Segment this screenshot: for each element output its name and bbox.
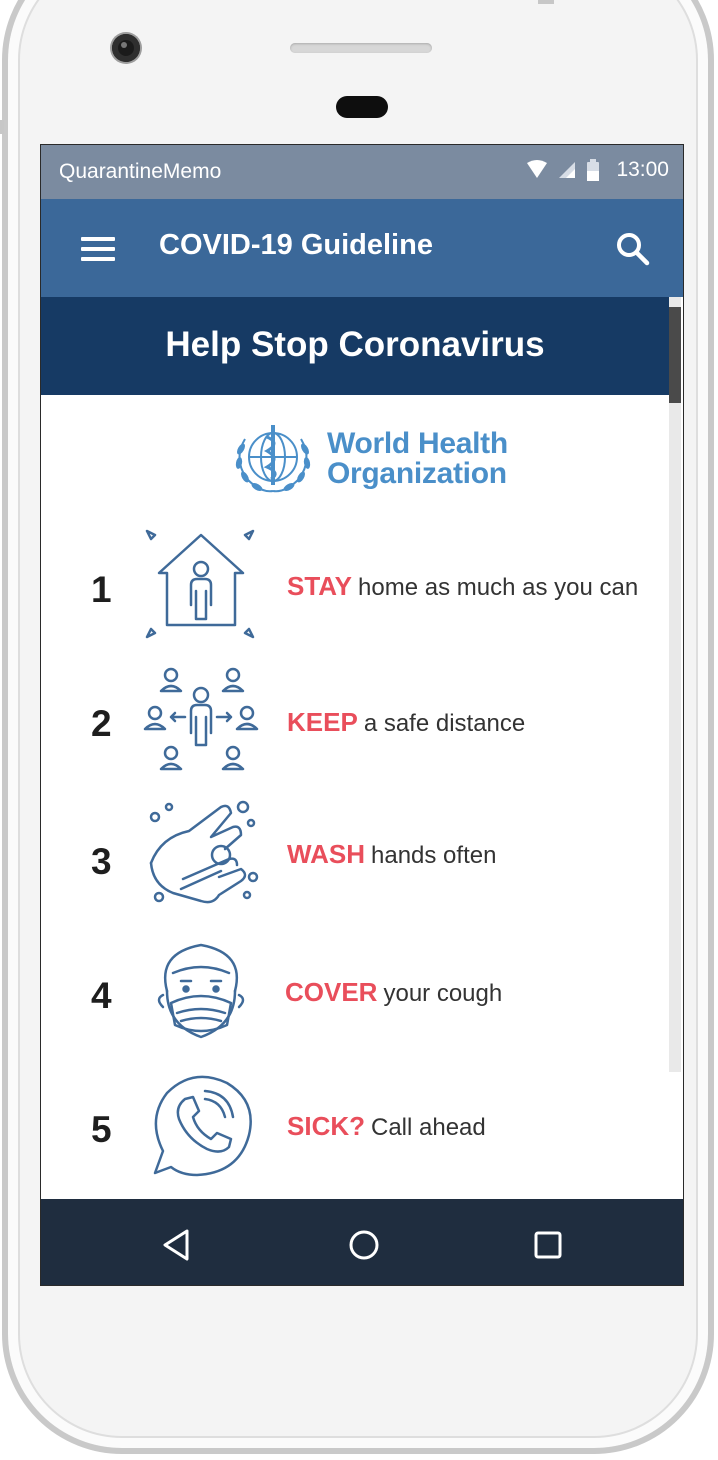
scrollbar-thumb[interactable] xyxy=(669,307,681,403)
guideline-content[interactable]: Help Stop Coronavirus World Health Organ… xyxy=(41,297,683,1199)
phone-call-icon xyxy=(153,1075,252,1177)
status-app-name: QuarantineMemo xyxy=(59,160,222,183)
tip-number: 3 xyxy=(91,841,112,882)
tip-text: STAY home as much as you can xyxy=(287,571,638,602)
tip-row: 5 SICK? Call ahead xyxy=(41,1069,669,1189)
tip-description: your cough xyxy=(383,980,503,1007)
back-icon[interactable] xyxy=(157,1225,197,1265)
tip-row: 4 COVER your cough xyxy=(41,937,669,1057)
front-camera xyxy=(112,34,140,62)
app-bar: COVID-19 Guideline xyxy=(41,199,683,297)
signal-icon xyxy=(559,162,576,178)
tip-number: 5 xyxy=(91,1109,112,1150)
recent-apps-icon[interactable] xyxy=(528,1225,568,1265)
side-button xyxy=(0,120,4,134)
tip-number: 1 xyxy=(91,569,112,610)
top-button xyxy=(538,0,554,4)
house-icon xyxy=(145,529,255,639)
status-time: 13:00 xyxy=(616,158,669,181)
tip-row: 1 STAY home as much as you can xyxy=(41,525,669,645)
who-logo: World Health Organization xyxy=(227,419,508,499)
scrollbar-track[interactable] xyxy=(669,297,681,1072)
tip-keyword: WASH xyxy=(287,839,365,869)
tip-keyword: KEEP xyxy=(287,707,358,737)
search-icon[interactable] xyxy=(613,229,653,269)
hamburger-menu-icon[interactable] xyxy=(81,237,115,261)
home-icon[interactable] xyxy=(344,1225,384,1265)
who-logo-text: World Health Organization xyxy=(327,429,508,489)
tip-text: KEEP a safe distance xyxy=(287,707,525,738)
tip-row: 3 WASH hands often xyxy=(41,797,669,917)
navigation-bar xyxy=(41,1199,683,1285)
tip-text: COVER your cough xyxy=(285,977,502,1008)
tip-keyword: STAY xyxy=(287,571,353,601)
tip-number: 4 xyxy=(91,975,112,1016)
tip-description: a safe distance xyxy=(363,710,526,737)
wifi-icon xyxy=(527,160,548,178)
tip-text: SICK? Call ahead xyxy=(287,1111,486,1142)
tip-keyword: COVER xyxy=(285,977,378,1007)
proximity-sensor xyxy=(336,96,388,118)
banner-title: Help Stop Coronavirus xyxy=(41,297,669,395)
tip-description: Call ahead xyxy=(371,1114,486,1141)
earpiece-speaker xyxy=(290,43,432,53)
who-line1: World Health xyxy=(327,427,508,460)
who-emblem-icon xyxy=(235,425,311,493)
hand-wash-icon xyxy=(149,800,259,904)
tip-description: hands often xyxy=(371,842,497,869)
tip-text: WASH hands often xyxy=(287,839,496,870)
status-bar: QuarantineMemo 13:00 xyxy=(41,145,683,199)
battery-icon xyxy=(587,159,600,181)
app-bar-title: COVID-19 Guideline xyxy=(159,229,433,261)
face-mask-icon xyxy=(157,943,245,1039)
distance-icon xyxy=(143,667,259,771)
who-line2: Organization xyxy=(327,457,507,490)
phone-screen: QuarantineMemo 13:00 COVID-19 Guideline … xyxy=(40,144,684,1286)
tip-number: 2 xyxy=(91,703,112,744)
tip-keyword: SICK? xyxy=(287,1111,365,1141)
tip-row: 2 KEEP a safe distance xyxy=(41,661,669,781)
tip-description: home as much as you can xyxy=(358,574,639,601)
